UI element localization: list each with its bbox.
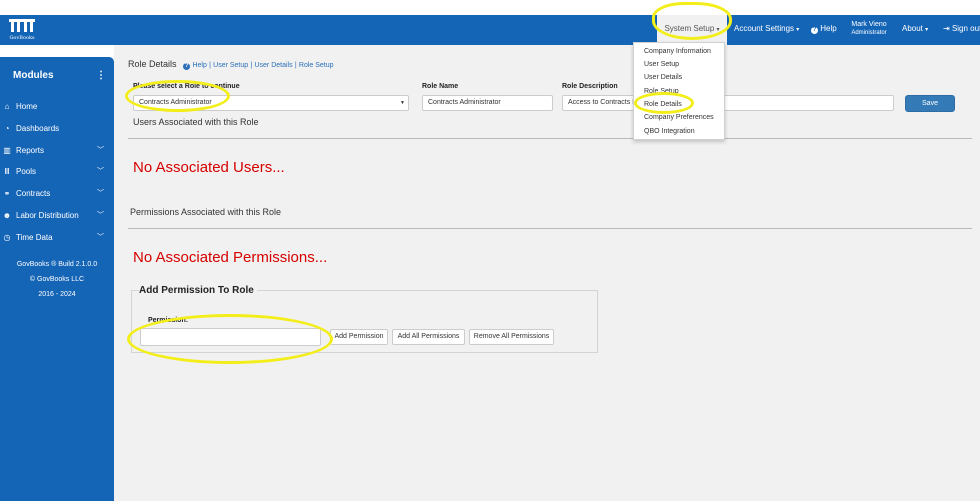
separator: | (250, 62, 253, 69)
add-all-permissions-button[interactable]: Add All Permissions (392, 329, 465, 345)
account-settings-label: Account Settings (734, 24, 795, 33)
dashboard-icon: ◔ (4, 124, 10, 133)
separator: | (209, 62, 211, 69)
save-button[interactable]: Save (905, 95, 955, 112)
question-circle-icon[interactable]: ? (183, 63, 191, 70)
clock-icon: ◷ (3, 233, 11, 242)
sign-out-link[interactable]: ⇥ Sign out (943, 15, 980, 45)
chart-icon: ▥ (3, 146, 11, 155)
system-setup-label: System Setup (664, 24, 715, 33)
menu-item-role-setup[interactable]: Role Setup (644, 88, 679, 95)
main-content (114, 45, 980, 501)
sidebar-item-home[interactable]: ⌂ Home (0, 99, 114, 115)
role-setup-link[interactable]: Role Setup (299, 62, 334, 69)
users-section-title: Users Associated with this Role (133, 117, 259, 127)
role-description-input[interactable]: Access to Contracts M (562, 95, 894, 111)
role-name-input[interactable]: Contracts Administrator (422, 95, 553, 111)
menu-item-user-setup[interactable]: User Setup (644, 61, 679, 68)
sidebar-item-label: Home (16, 102, 38, 111)
breadcrumb: Role Details ? Help | User Setup | User … (128, 59, 334, 70)
sidebar-item-reports[interactable]: ▥ Reports ﹀ (0, 143, 114, 159)
menu-item-company-information[interactable]: Company Information (644, 48, 711, 55)
kebab-menu-icon[interactable]: ⋮ (96, 70, 106, 81)
sidebar-item-label: Time Data (16, 233, 53, 242)
govbooks-logo-icon (9, 19, 35, 32)
top-navbar: GovBooks System Setup ▾ Account Settings… (0, 15, 980, 45)
chevron-down-icon: ﹀ (97, 190, 104, 197)
separator: | (294, 62, 297, 69)
divider (128, 138, 972, 139)
caret-down-icon: ▼ (400, 100, 405, 106)
menu-item-qbo-integration[interactable]: QBO Integration (644, 128, 695, 135)
permission-input[interactable] (140, 328, 321, 346)
user-role: Administrator (851, 30, 887, 36)
logo-text: GovBooks (9, 35, 35, 41)
modules-sidebar: Modules ⋮ ⌂ Home ◔ Dashboards ▥ Reports … (0, 57, 114, 501)
permission-label: Permission: (148, 317, 189, 324)
sign-out-icon: ⇥ (943, 24, 950, 33)
sidebar-item-label: Pools (16, 167, 37, 176)
sidebar-title: Modules (13, 70, 54, 81)
user-name: Mark Vieno (851, 21, 887, 28)
page-title: Role Details (128, 59, 177, 69)
divider (128, 228, 972, 229)
about-label: About (902, 24, 923, 33)
sidebar-item-labor-distribution[interactable]: ☻ Labor Distribution ﹀ (0, 208, 114, 224)
copyright: © GovBooks LLC (29, 276, 85, 283)
no-permissions-message: No Associated Permissions... (133, 249, 328, 266)
account-settings-menu[interactable]: Account Settings ▾ (734, 15, 799, 45)
add-permission-legend: Add Permission To Role (139, 285, 257, 296)
chevron-down-icon: ﹀ (97, 147, 104, 154)
permissions-section-title: Permissions Associated with this Role (130, 207, 282, 217)
role-select-value: Contracts Administrator (139, 99, 212, 106)
help-label: Help (820, 24, 837, 33)
menu-item-company-preferences[interactable]: Company Preferences (644, 114, 714, 121)
help-link[interactable]: Help (192, 62, 206, 69)
sign-out-label: Sign out (951, 24, 980, 33)
chevron-down-icon: ﹀ (97, 212, 104, 219)
handshake-icon: ⚭ (3, 189, 11, 198)
home-icon: ⌂ (4, 102, 10, 111)
caret-down-icon: ▾ (716, 27, 720, 33)
help-link[interactable]: ? Help (811, 15, 837, 45)
role-select-label: Please select a Role to continue (133, 83, 240, 90)
add-permission-button[interactable]: Add Permission (330, 329, 388, 345)
sidebar-item-label: Dashboards (16, 124, 60, 133)
question-circle-icon: ? (811, 27, 818, 34)
role-description-label: Role Description (562, 83, 618, 90)
menu-item-user-details[interactable]: User Details (644, 74, 682, 81)
user-setup-link[interactable]: User Setup (213, 62, 248, 69)
sidebar-item-contracts[interactable]: ⚭ Contracts ﹀ (0, 186, 114, 202)
sidebar-item-label: Labor Distribution (16, 211, 79, 220)
sidebar-item-label: Reports (16, 146, 45, 155)
system-setup-menu[interactable]: System Setup ▾ (657, 15, 727, 45)
remove-all-permissions-button[interactable]: Remove All Permissions (469, 329, 554, 345)
build-version: GovBooks ® Build 2.1.0.0 (16, 261, 98, 268)
columns-icon: Ⅲ (4, 167, 10, 176)
menu-item-role-details[interactable]: Role Details (644, 101, 682, 108)
user-menu[interactable]: Mark Vieno Administrator (848, 20, 890, 38)
about-menu[interactable]: About ▾ (902, 15, 928, 45)
no-users-message: No Associated Users... (133, 159, 285, 176)
copyright-years: 2016 - 2024 (38, 291, 76, 298)
users-icon: ☻ (2, 211, 12, 220)
caret-down-icon: ▾ (925, 27, 929, 33)
sidebar-item-pools[interactable]: Ⅲ Pools ﹀ (0, 164, 114, 180)
caret-down-icon: ▾ (796, 27, 800, 33)
role-select[interactable]: Contracts Administrator ▼ (133, 95, 409, 111)
chevron-down-icon: ﹀ (97, 234, 104, 241)
system-setup-dropdown: Company Information User Setup User Deta… (633, 42, 725, 140)
role-name-label: Role Name (422, 83, 459, 90)
sidebar-item-label: Contracts (16, 189, 51, 198)
govbooks-logo[interactable]: GovBooks (6, 17, 38, 43)
sidebar-item-dashboards[interactable]: ◔ Dashboards (0, 121, 114, 137)
sidebar-item-time-data[interactable]: ◷ Time Data ﹀ (0, 230, 114, 246)
chevron-down-icon: ﹀ (97, 168, 104, 175)
user-details-link[interactable]: User Details (254, 62, 292, 69)
